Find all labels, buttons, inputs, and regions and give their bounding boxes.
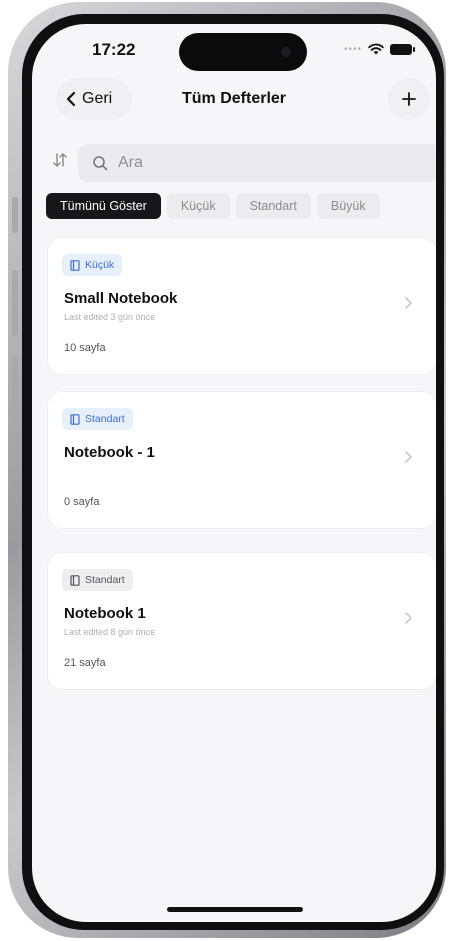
search-input[interactable] (116, 153, 376, 173)
sort-button[interactable] (52, 152, 68, 173)
status-time: 17:22 (92, 40, 136, 59)
page-count: 0 sayfa (64, 496, 100, 508)
notebook-title: Small Notebook (64, 290, 178, 307)
filter-chip-all[interactable]: Tümünü Göster (46, 193, 161, 219)
status-icons: •••• (343, 43, 415, 55)
sort-arrows-icon (53, 153, 67, 167)
size-badge: Standart (62, 408, 133, 430)
notebook-card[interactable]: Standart Notebook - 1 0 sayfa (48, 392, 436, 528)
volume-up-button (12, 270, 18, 336)
search-bar[interactable] (78, 144, 436, 182)
search-icon (93, 156, 108, 171)
filter-chip-standard[interactable]: Standart (235, 193, 311, 219)
screen: 17:22 •••• Geri Tüm Defterler Ara Tümünü… (32, 24, 436, 922)
notebook-icon (70, 574, 80, 586)
wifi-icon (368, 43, 384, 55)
filter-chips: Tümünü Göster Küçük Standart Büyük (46, 193, 380, 219)
page-title: Tüm Defterler (181, 90, 287, 107)
chevron-right-icon (405, 297, 412, 309)
chevron-right-icon (405, 612, 412, 624)
chevron-right-icon (405, 451, 412, 463)
notebook-icon (70, 413, 80, 425)
size-badge: Standart (62, 569, 133, 591)
volume-down-button (12, 356, 18, 422)
filter-chip-small[interactable]: Küçük (166, 193, 230, 219)
notebook-title: Notebook 1 (64, 605, 146, 622)
add-notebook-button[interactable] (388, 78, 430, 120)
last-edited-text: Last edited 3 gün önce (64, 312, 156, 322)
signal-dots-icon: •••• (343, 43, 362, 55)
dynamic-island (179, 33, 307, 71)
battery-icon (390, 43, 415, 55)
plus-icon (402, 92, 416, 106)
notebook-card[interactable]: Standart Notebook 1 Last edited 8 gün ön… (48, 553, 436, 689)
phone-frame: 17:22 •••• Geri Tüm Defterler Ara Tümünü… (8, 2, 446, 938)
badge-label: Küçük (85, 259, 115, 271)
badge-label: Standart (85, 413, 125, 425)
filter-chip-large[interactable]: Büyük (316, 193, 380, 219)
notebook-card[interactable]: Küçük Small Notebook Last edited 3 gün ö… (48, 238, 436, 374)
badge-label: Standart (85, 574, 125, 586)
size-badge: Küçük (62, 254, 123, 276)
last-edited-text: Last edited 8 gün önce (64, 627, 156, 637)
action-button (12, 197, 18, 233)
page-count: 10 sayfa (64, 342, 106, 354)
camera-icon (281, 47, 291, 57)
page-count: 21 sayfa (64, 657, 106, 669)
notebook-icon (70, 259, 80, 271)
home-indicator[interactable] (167, 907, 303, 912)
notebook-title: Notebook - 1 (64, 444, 155, 461)
